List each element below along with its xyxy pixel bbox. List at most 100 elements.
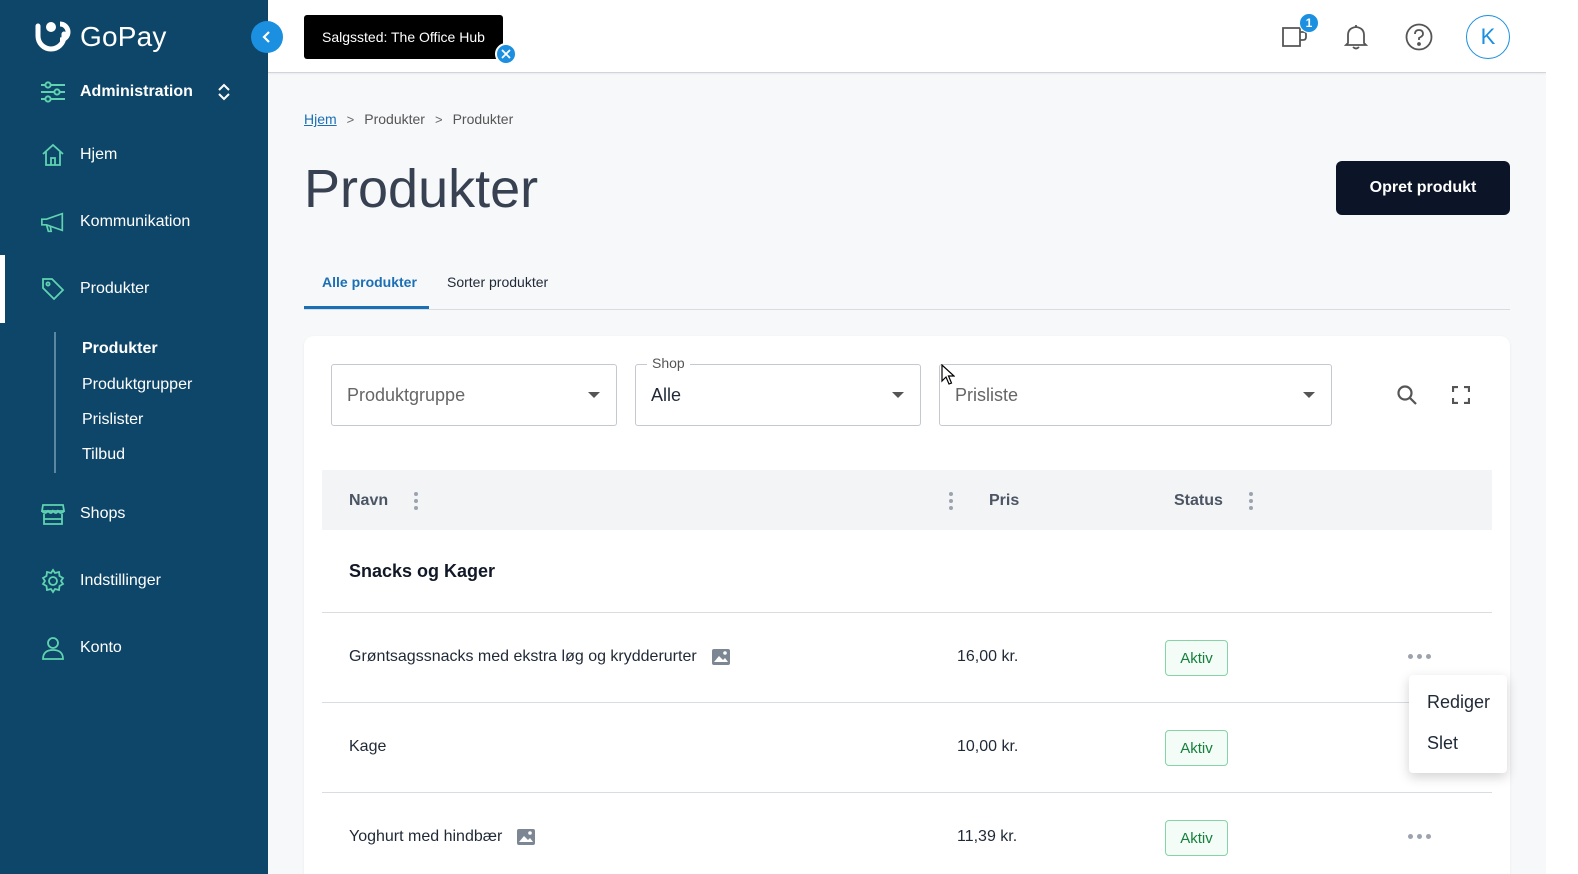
sidebar-item-label: Administration xyxy=(80,83,193,100)
sidebar-item-label: Indstillinger xyxy=(80,572,161,589)
subitem-produktgrupper[interactable]: Produktgrupper xyxy=(82,376,192,394)
dropdown-arrow-icon xyxy=(1303,392,1315,398)
gopay-logo[interactable]: GoPay xyxy=(34,20,167,54)
store-icon xyxy=(40,501,66,527)
sliders-icon xyxy=(40,79,66,105)
sidebar-item-label: Konto xyxy=(80,639,122,656)
gear-icon xyxy=(40,568,66,594)
product-name: Kage xyxy=(349,738,386,756)
sidebar-item-label: Shops xyxy=(80,505,126,522)
sidebar-item-produkter[interactable]: Produkter xyxy=(0,255,268,323)
row-context-menu: Rediger Slet xyxy=(1409,675,1507,773)
sidebar-item-administration[interactable]: Administration xyxy=(0,68,268,116)
table-header: Navn Pris Status xyxy=(322,470,1492,530)
fullscreen-button[interactable] xyxy=(1446,380,1476,410)
product-group-heading: Snacks og Kager xyxy=(349,561,496,581)
products-card: Produktgruppe Shop Alle Prisliste Navn P… xyxy=(304,336,1510,874)
column-header-name[interactable]: Navn xyxy=(349,492,388,510)
tag-icon xyxy=(40,276,66,302)
tab-bar: Alle produkter Sorter produkter xyxy=(304,258,1510,310)
status-badge: Aktiv xyxy=(1165,640,1228,676)
column-menu-icon[interactable] xyxy=(1243,492,1259,510)
table-row[interactable]: Yoghurt med hindbær 11,39 kr. Aktiv xyxy=(322,792,1492,874)
column-header-status[interactable]: Status xyxy=(1174,492,1223,510)
row-actions-button[interactable] xyxy=(1408,654,1431,659)
salgssted-clear-button[interactable] xyxy=(495,43,517,65)
megaphone-icon xyxy=(40,209,66,235)
sidebar-item-label: Produkter xyxy=(80,280,150,297)
subitem-prislister[interactable]: Prislister xyxy=(82,411,143,429)
product-price: 16,00 kr. xyxy=(957,648,1019,665)
prisliste-placeholder: Prisliste xyxy=(955,384,1019,405)
breadcrumb-current: Produkter xyxy=(452,111,514,127)
topbar: Salgssted: The Office Hub 1 K xyxy=(268,0,1546,73)
column-menu-icon[interactable] xyxy=(408,492,424,510)
breadcrumb-link-home[interactable]: Hjem xyxy=(304,111,337,127)
row-actions-button[interactable] xyxy=(1408,834,1431,839)
sidebar-item-shops[interactable]: Shops xyxy=(0,490,268,538)
search-button[interactable] xyxy=(1392,380,1422,410)
collapse-sidebar-button[interactable] xyxy=(251,21,283,53)
sidebar-item-indstillinger[interactable]: Indstillinger xyxy=(0,557,268,605)
shop-select-value: Alle xyxy=(651,384,682,405)
tab-all-products[interactable]: Alle produkter xyxy=(322,274,417,290)
salgssted-label: Salgssted: The Office Hub xyxy=(322,29,485,45)
help-icon xyxy=(1405,23,1433,51)
sidebar-item-konto[interactable]: Konto xyxy=(0,624,268,672)
sidebar-item-hjem[interactable]: Hjem xyxy=(0,131,268,179)
fullscreen-icon xyxy=(1452,386,1470,404)
table-row[interactable]: Kage 10,00 kr. Aktiv xyxy=(322,702,1492,792)
salgssted-chip[interactable]: Salgssted: The Office Hub xyxy=(304,15,503,59)
column-header-price[interactable]: Pris xyxy=(989,492,1019,510)
shop-select-label: Shop xyxy=(647,355,690,371)
breadcrumb-item: Produkter xyxy=(364,111,425,127)
create-product-button[interactable]: Opret produkt xyxy=(1336,161,1510,215)
sidebar-item-kommunikation[interactable]: Kommunikation xyxy=(0,198,268,246)
status-badge: Aktiv xyxy=(1165,730,1228,766)
prisliste-select[interactable]: Prisliste xyxy=(939,364,1332,426)
notifications-button[interactable] xyxy=(1339,20,1373,54)
table-row[interactable]: Grøntsagssnacks med ekstra løg og krydde… xyxy=(322,612,1492,702)
user-icon xyxy=(40,635,66,661)
mouse-cursor-icon xyxy=(941,364,955,385)
image-icon xyxy=(517,829,536,845)
brand-name: GoPay xyxy=(80,21,167,52)
produktgruppe-placeholder: Produktgruppe xyxy=(347,384,466,405)
tab-sort-products[interactable]: Sorter produkter xyxy=(447,274,548,290)
sidebar: GoPay Administration Hjem Kommunikation … xyxy=(0,0,268,874)
help-button[interactable] xyxy=(1402,20,1436,54)
cart-count-badge: 1 xyxy=(1299,13,1319,33)
product-price: 11,39 kr. xyxy=(957,828,1018,845)
submenu-divider xyxy=(54,332,56,473)
product-name-text: Kage xyxy=(349,738,387,755)
menu-item-delete[interactable]: Slet xyxy=(1427,733,1458,754)
breadcrumb: Hjem > Produkter > Produkter xyxy=(304,111,513,127)
chevron-right-icon: > xyxy=(346,111,355,127)
produktgruppe-select[interactable]: Produktgruppe xyxy=(331,364,617,426)
product-name-text: Grøntsagssnacks med ekstra løg og krydde… xyxy=(349,648,697,665)
active-tab-indicator xyxy=(304,306,429,309)
chevron-left-icon xyxy=(262,31,270,43)
chevron-right-icon: > xyxy=(434,111,443,127)
shop-select[interactable]: Shop Alle xyxy=(635,355,921,426)
product-name-text: Yoghurt med hindbær xyxy=(349,828,503,845)
column-menu-icon[interactable] xyxy=(943,492,959,510)
subitem-produkter[interactable]: Produkter xyxy=(82,340,158,358)
bell-icon xyxy=(1343,25,1369,50)
dropdown-arrow-icon xyxy=(892,392,904,398)
user-avatar[interactable]: K xyxy=(1466,15,1510,59)
page-title: Produkter xyxy=(304,159,539,219)
image-icon xyxy=(711,649,730,665)
status-badge: Aktiv xyxy=(1165,820,1228,856)
sidebar-item-label: Hjem xyxy=(80,146,118,163)
sidebar-item-label: Kommunikation xyxy=(80,213,191,230)
expand-collapse-icon[interactable] xyxy=(217,82,231,107)
gopay-logo-icon xyxy=(35,21,71,52)
home-icon xyxy=(40,142,66,168)
dropdown-arrow-icon xyxy=(588,392,600,398)
product-price: 10,00 kr. xyxy=(957,738,1019,755)
subitem-tilbud[interactable]: Tilbud xyxy=(82,446,125,464)
search-icon xyxy=(1397,385,1417,405)
menu-item-edit[interactable]: Rediger xyxy=(1427,692,1490,713)
close-icon xyxy=(501,49,511,59)
